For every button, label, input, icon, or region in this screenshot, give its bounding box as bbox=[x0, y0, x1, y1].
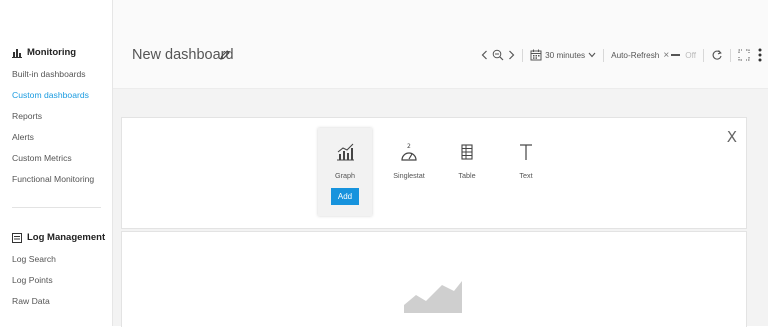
sidebar-item-log-search[interactable]: Log Search bbox=[12, 254, 56, 264]
sidebar-item-built-in-dashboards[interactable]: Built-in dashboards bbox=[12, 69, 86, 79]
panel-type-label: Table bbox=[458, 171, 476, 180]
sidebar-item-custom-metrics[interactable]: Custom Metrics bbox=[12, 153, 72, 163]
sidebar-item-functional-monitoring[interactable]: Functional Monitoring bbox=[12, 174, 94, 184]
edit-pencil-icon[interactable] bbox=[219, 48, 231, 60]
monitoring-title: Monitoring bbox=[27, 47, 77, 58]
monitoring-section-title: Monitoring bbox=[12, 47, 76, 58]
add-panel-button[interactable]: Add bbox=[331, 188, 359, 205]
auto-refresh-state: Off bbox=[685, 50, 696, 60]
log-icon bbox=[12, 232, 22, 243]
toolbar-separator bbox=[522, 48, 524, 62]
svg-text:2: 2 bbox=[407, 143, 411, 150]
more-menu-icon[interactable] bbox=[758, 48, 762, 62]
auto-refresh-toggle[interactable]: × Off bbox=[663, 50, 696, 61]
sidebar: Monitoring Built-in dashboards Custom da… bbox=[0, 0, 113, 326]
panel-type-label: Graph bbox=[335, 171, 355, 180]
toggle-x-icon: × bbox=[663, 49, 670, 61]
sidebar-divider bbox=[12, 207, 101, 208]
toggle-track bbox=[671, 54, 681, 56]
panel-type-graph[interactable]: Graph Add bbox=[318, 128, 372, 216]
empty-graph-panel bbox=[121, 231, 747, 327]
panel-type-picker: X Graph Add 2 Singlestat Table Text bbox=[121, 117, 747, 229]
graph-icon bbox=[335, 142, 355, 162]
gauge-icon: 2 bbox=[399, 142, 419, 162]
text-icon bbox=[516, 142, 536, 162]
sidebar-item-custom-dashboards[interactable]: Custom dashboards bbox=[12, 90, 89, 100]
bar-chart-icon bbox=[12, 48, 22, 58]
chevron-down-icon bbox=[588, 52, 596, 58]
zoom-out-icon[interactable] bbox=[492, 49, 504, 61]
dashboard-content: X Graph Add 2 Singlestat Table Text bbox=[113, 89, 768, 327]
log-management-section-title: Log Management bbox=[12, 232, 105, 243]
panel-type-label: Singlestat bbox=[393, 171, 425, 180]
sidebar-item-log-points[interactable]: Log Points bbox=[12, 275, 53, 285]
fullscreen-icon[interactable] bbox=[738, 49, 750, 61]
panel-type-table[interactable]: Table bbox=[440, 128, 494, 216]
time-range-picker[interactable]: 30 minutes bbox=[530, 49, 596, 61]
toolbar-separator bbox=[730, 48, 731, 62]
dashboard-header: New dashboard 30 minutes Auto-Refresh × bbox=[113, 0, 768, 89]
toolbar-separator bbox=[703, 48, 704, 62]
time-range-label: 30 minutes bbox=[545, 50, 586, 60]
sidebar-item-alerts[interactable]: Alerts bbox=[12, 132, 34, 142]
panel-type-text[interactable]: Text bbox=[499, 128, 553, 216]
calendar-icon bbox=[530, 49, 542, 61]
panel-type-label: Text bbox=[519, 171, 533, 180]
panel-type-singlestat[interactable]: 2 Singlestat bbox=[382, 128, 436, 216]
close-icon[interactable]: X bbox=[727, 128, 737, 146]
chevron-left-icon[interactable] bbox=[481, 50, 488, 60]
empty-chart-placeholder-icon bbox=[404, 277, 462, 313]
refresh-icon[interactable] bbox=[711, 49, 723, 61]
sidebar-item-raw-data[interactable]: Raw Data bbox=[12, 296, 50, 306]
toolbar-separator bbox=[603, 48, 605, 62]
dashboard-toolbar: 30 minutes Auto-Refresh × Off bbox=[481, 47, 762, 63]
auto-refresh-label: Auto-Refresh bbox=[611, 50, 660, 60]
table-icon bbox=[457, 142, 477, 162]
log-management-title: Log Management bbox=[27, 232, 106, 243]
sidebar-item-reports[interactable]: Reports bbox=[12, 111, 42, 121]
chevron-right-icon[interactable] bbox=[508, 50, 515, 60]
